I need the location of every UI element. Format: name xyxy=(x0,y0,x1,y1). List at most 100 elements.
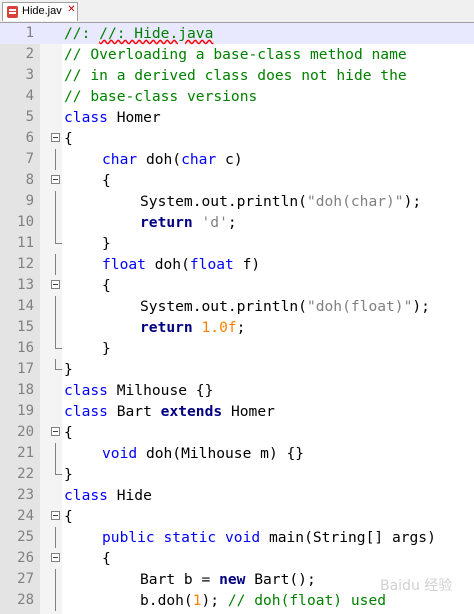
line-content: { xyxy=(64,130,73,147)
tab-bar: Hide.jav ✕ xyxy=(0,0,474,23)
line-number: 14 xyxy=(17,298,34,314)
comment: // in a derived class does not hide the xyxy=(64,67,407,84)
line-content: System.out.println("doh(char)"); xyxy=(140,193,422,210)
line-content: { xyxy=(102,550,111,567)
line-content: return 'd'; xyxy=(140,214,237,231)
fold-toggle-icon[interactable] xyxy=(51,175,60,184)
line-content: class Milhouse {} xyxy=(64,382,214,399)
code-line: 20 { xyxy=(0,422,474,443)
line-number: 2 xyxy=(25,46,34,62)
code-line: 21 void doh(Milhouse m) {} xyxy=(0,443,474,464)
code-line: 15 return 1.0f; xyxy=(0,317,474,338)
line-content: void doh(Milhouse m) {} xyxy=(102,445,305,462)
line-content: Bart b = new Bart(); xyxy=(140,571,316,588)
line-number: 15 xyxy=(17,319,34,335)
fold-guide xyxy=(55,191,56,212)
line-content: } xyxy=(102,340,111,357)
code-line: 1 //: //: Hide.java xyxy=(0,23,474,44)
line-number: 26 xyxy=(17,550,34,566)
line-number: 4 xyxy=(25,88,34,104)
line-number: 7 xyxy=(25,151,34,167)
close-icon[interactable]: ✕ xyxy=(66,4,77,15)
code-line: 10 return 'd'; xyxy=(0,212,474,233)
line-number: 12 xyxy=(17,256,34,272)
fold-guide xyxy=(55,296,56,317)
code-line: 19 class Bart extends Homer xyxy=(0,401,474,422)
comment: // Overloading a base-class method name xyxy=(64,46,407,63)
fold-guide xyxy=(55,317,56,338)
tab-label: Hide.jav xyxy=(22,5,62,17)
tab-hide-java[interactable]: Hide.jav ✕ xyxy=(2,2,78,21)
fold-guide xyxy=(55,569,56,590)
code-line: 16 } xyxy=(0,338,474,359)
line-content: { xyxy=(102,172,111,189)
watermark: Baidu 经验 xyxy=(380,578,453,594)
code-line: 22 } xyxy=(0,464,474,485)
fold-guide xyxy=(55,149,56,170)
code-line: 5 class Homer xyxy=(0,107,474,128)
line-number: 22 xyxy=(17,466,34,482)
comment: // base-class versions xyxy=(64,88,258,105)
comment: //: //: Hide.java xyxy=(64,25,214,42)
fold-toggle-icon[interactable] xyxy=(51,511,60,520)
line-number: 10 xyxy=(17,214,34,230)
line-content: } xyxy=(102,235,111,252)
fold-end-icon xyxy=(55,464,62,475)
code-line: 11 } xyxy=(0,233,474,254)
line-number: 28 xyxy=(17,592,34,608)
line-number: 18 xyxy=(17,382,34,398)
line-number: 23 xyxy=(17,487,34,503)
line-content: class Homer xyxy=(64,109,161,126)
line-number: 21 xyxy=(17,445,34,461)
fold-end-icon xyxy=(55,359,62,370)
line-number: 24 xyxy=(17,508,34,524)
fold-guide xyxy=(55,590,56,611)
line-content: class Hide xyxy=(64,487,152,504)
line-number: 3 xyxy=(25,67,34,83)
line-content: float doh(float f) xyxy=(102,256,261,273)
file-icon xyxy=(7,6,18,18)
line-content: public static void main(String[] args) xyxy=(102,529,436,546)
line-number: 8 xyxy=(25,172,34,188)
code-line: 4 // base-class versions xyxy=(0,86,474,107)
line-number: 25 xyxy=(17,529,34,545)
code-line: 6 { xyxy=(0,128,474,149)
fold-toggle-icon[interactable] xyxy=(51,280,60,289)
fold-end-icon xyxy=(55,338,62,349)
code-line: 26 { xyxy=(0,548,474,569)
fold-toggle-icon[interactable] xyxy=(51,427,60,436)
line-content: { xyxy=(64,424,73,441)
line-content: //: //: Hide.java xyxy=(64,23,213,44)
fold-guide xyxy=(55,443,56,464)
code-line: 23 class Hide xyxy=(0,485,474,506)
fold-end-icon xyxy=(55,233,62,244)
fold-guide xyxy=(55,212,56,233)
line-number: 9 xyxy=(25,193,34,209)
line-number: 11 xyxy=(17,235,34,251)
fold-toggle-icon[interactable] xyxy=(51,133,60,142)
line-content: } xyxy=(64,466,73,483)
code-line: 8 { xyxy=(0,170,474,191)
line-content: return 1.0f; xyxy=(140,319,246,336)
code-line: 14 System.out.println("doh(float)"); xyxy=(0,296,474,317)
fold-guide xyxy=(55,527,56,548)
code-line: 17 } xyxy=(0,359,474,380)
code-line: 12 float doh(float f) xyxy=(0,254,474,275)
code-line: 24 { xyxy=(0,506,474,527)
line-number: 27 xyxy=(17,571,34,587)
line-number: 6 xyxy=(25,130,34,146)
code-line: 13 { xyxy=(0,275,474,296)
fold-toggle-icon[interactable] xyxy=(51,553,60,562)
code-line: 9 System.out.println("doh(char)"); xyxy=(0,191,474,212)
line-number: 20 xyxy=(17,424,34,440)
line-number: 13 xyxy=(17,277,34,293)
code-line: 18 class Milhouse {} xyxy=(0,380,474,401)
line-number: 1 xyxy=(25,25,34,41)
line-content: b.doh(1); // doh(float) used xyxy=(140,592,387,609)
line-number: 16 xyxy=(17,340,34,356)
line-content: { xyxy=(102,277,111,294)
code-line: 3 // in a derived class does not hide th… xyxy=(0,65,474,86)
fold-guide xyxy=(55,254,56,275)
line-content: } xyxy=(64,361,73,378)
line-content: class Bart extends Homer xyxy=(64,403,275,420)
